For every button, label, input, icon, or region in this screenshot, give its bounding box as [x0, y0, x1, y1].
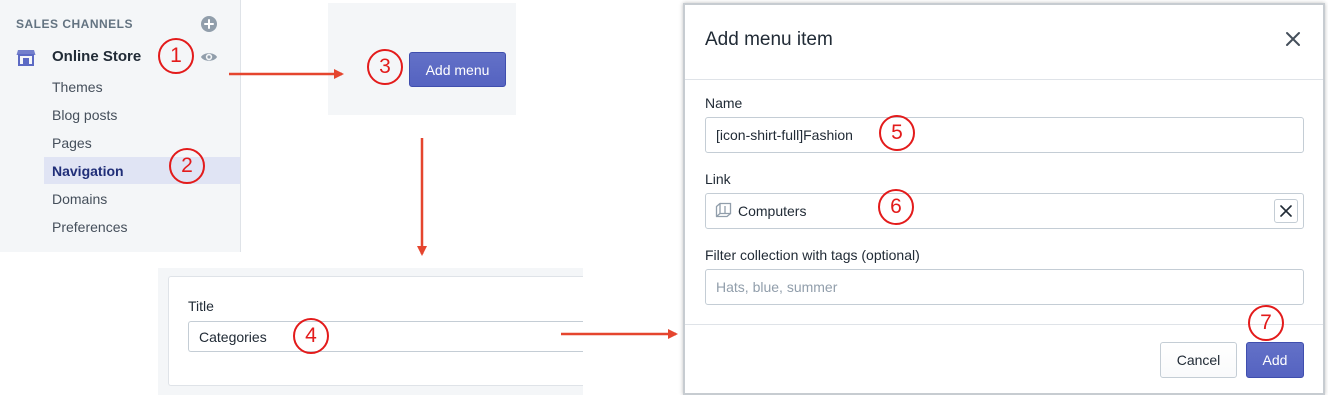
step-marker-2: 2 [169, 148, 205, 184]
step-marker-5: 5 [879, 115, 915, 151]
step-marker-1: 1 [158, 38, 194, 74]
step-marker-7: 7 [1248, 305, 1284, 341]
step-marker-4: 4 [293, 318, 329, 354]
step-marker-3: 3 [367, 49, 403, 85]
step-marker-6: 6 [878, 189, 914, 225]
annotation-arrows [229, 69, 678, 339]
